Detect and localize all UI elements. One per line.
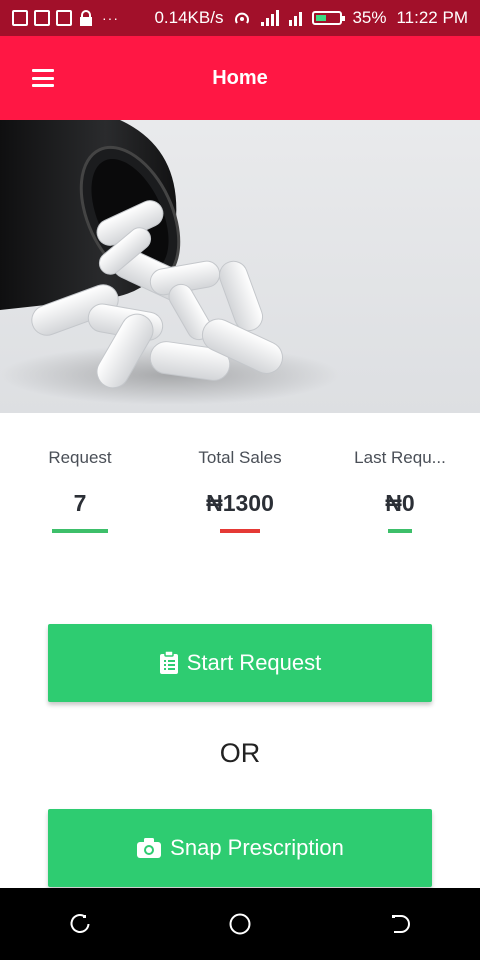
stat-label: Last Requ... <box>354 448 446 467</box>
status-bar: ··· 0.14KB/s 35% 11:22 PM <box>0 0 480 36</box>
stats-row: Request 7 Total Sales ₦1300 Last Requ...… <box>0 448 480 558</box>
stat-underline <box>388 529 412 533</box>
hero-image <box>0 120 480 413</box>
home-circle-icon <box>229 913 251 935</box>
navigation-bar <box>0 888 480 960</box>
network-speed: 0.14KB/s <box>154 8 224 27</box>
stat-label: Request <box>48 448 112 467</box>
stat-total-sales: Total Sales ₦1300 <box>165 448 315 533</box>
stat-underline <box>220 529 260 533</box>
signal-2-icon <box>289 10 303 26</box>
stat-underline <box>52 529 108 533</box>
cast-icon <box>56 10 72 26</box>
signal-icon <box>261 10 280 26</box>
battery-percent: 35% <box>352 8 387 27</box>
clipboard-icon <box>159 651 178 674</box>
back-button[interactable] <box>380 904 420 944</box>
start-request-button[interactable]: Start Request <box>48 624 432 702</box>
menu-icon[interactable] <box>32 69 54 87</box>
gmail-icon <box>34 10 50 26</box>
pills-illustration <box>0 120 340 405</box>
home-button[interactable] <box>220 904 260 944</box>
recent-apps-icon <box>70 914 90 933</box>
app-bar: Home <box>0 36 480 120</box>
notification-icon <box>12 10 28 26</box>
hotspot-icon <box>235 12 250 24</box>
or-separator: OR <box>219 738 261 768</box>
stat-value: ₦0 <box>385 490 415 516</box>
recent-apps-button[interactable] <box>60 904 100 944</box>
stat-last-request: Last Requ... ₦0 <box>325 448 475 533</box>
stat-value: ₦1300 <box>206 490 274 516</box>
back-icon <box>392 915 410 933</box>
more-notifications: ··· <box>102 10 119 26</box>
stat-label: Total Sales <box>198 448 282 467</box>
lock-icon <box>80 10 92 26</box>
battery-icon <box>312 11 346 25</box>
camera-icon <box>137 838 162 858</box>
stat-value: 7 <box>73 490 87 516</box>
page-title: Home <box>212 66 268 89</box>
snap-prescription-button[interactable]: Snap Prescription <box>48 809 432 887</box>
stat-request: Request 7 <box>5 448 155 533</box>
snap-prescription-label: Snap Prescription <box>170 835 344 860</box>
clock: 11:22 PM <box>396 8 468 27</box>
start-request-label: Start Request <box>186 650 322 675</box>
